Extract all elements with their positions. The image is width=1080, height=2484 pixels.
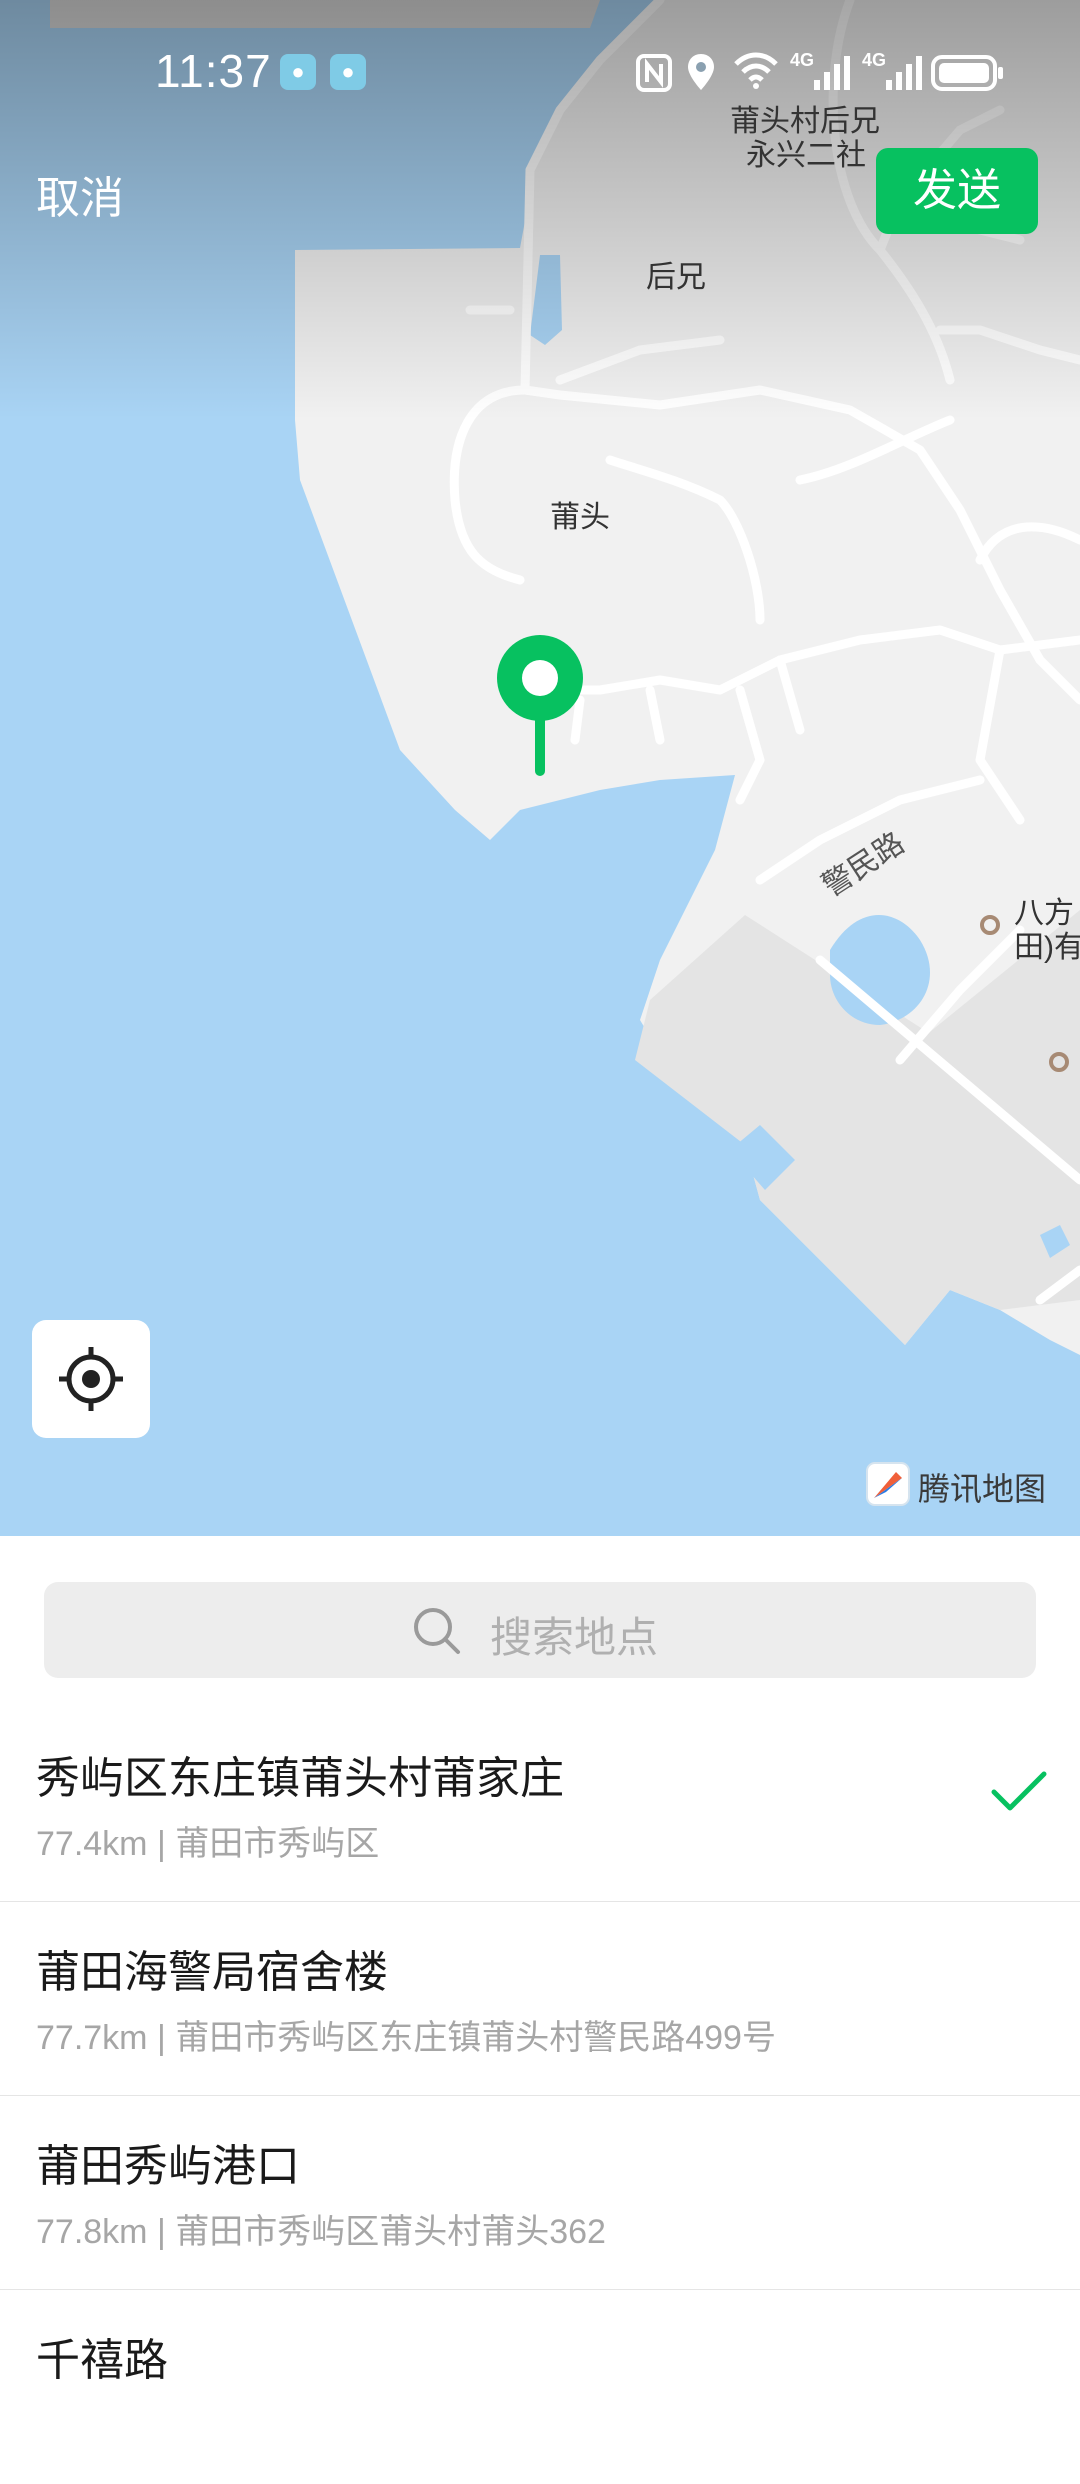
- place-name: 秀屿区东庄镇莆头村莆家庄: [36, 1754, 564, 1803]
- cancel-button[interactable]: 取消: [36, 162, 124, 226]
- network-label: 4G: [862, 50, 887, 70]
- place-list-sheet: 搜索地点 秀屿区东庄镇莆头村莆家庄 77.4km | 莆田市秀屿区 莆田海警局宿…: [0, 1536, 1080, 2400]
- search-input[interactable]: 搜索地点: [44, 1582, 1036, 1678]
- place-name: 莆田秀屿港口: [36, 2142, 300, 2191]
- place-address: 77.8km | 莆田市秀屿区莆头村莆头362: [36, 2213, 606, 2251]
- network-label: 4G: [790, 50, 815, 70]
- place-address: 77.4km | 莆田市秀屿区: [36, 1825, 380, 1863]
- tencent-map-logo: [866, 1462, 910, 1506]
- wifi-icon: [734, 52, 778, 89]
- place-address: 77.7km | 莆田市秀屿区东庄镇莆头村警民路499号: [36, 2019, 776, 2057]
- search-placeholder: 搜索地点: [490, 1614, 659, 1661]
- map-view[interactable]: 莆头村后兄 永兴二社 后兄 莆头 警民路 八方 田)有 11:37 ● ● 4G: [0, 0, 1080, 1536]
- search-icon: [414, 1608, 460, 1654]
- app-notification-icon: ●: [280, 54, 316, 90]
- place-name: 千禧路: [36, 2336, 168, 2385]
- map-label-putou: 莆头: [550, 501, 610, 534]
- location-icon: [688, 54, 714, 90]
- send-button[interactable]: 发送: [876, 148, 1038, 234]
- status-time: 11:37: [155, 45, 272, 97]
- signal-4g-icon: [886, 56, 922, 90]
- list-item[interactable]: 莆田海警局宿舍楼 77.7km | 莆田市秀屿区东庄镇莆头村警民路499号: [0, 1902, 1080, 2096]
- app-notification-icon: ●: [330, 54, 366, 90]
- watermark-text: 腾讯地图: [918, 1471, 1047, 1507]
- check-icon: [991, 1771, 1047, 1811]
- place-name: 莆田海警局宿舍楼: [36, 1948, 388, 1997]
- nfc-icon: [636, 54, 672, 92]
- list-item[interactable]: 莆田秀屿港口 77.8km | 莆田市秀屿区莆头村莆头362: [0, 2096, 1080, 2290]
- map-label-houxiong: 后兄: [646, 261, 706, 294]
- battery-icon: [931, 55, 1003, 91]
- status-bar: 11:37 ● ● 4G 4G: [0, 0, 1080, 140]
- my-location-button[interactable]: [32, 1320, 150, 1438]
- signal-4g-icon: [814, 56, 850, 90]
- list-item[interactable]: 千禧路: [0, 2290, 1080, 2484]
- crosshair-icon: [59, 1347, 123, 1411]
- map-label-poi-sub: 田)有: [1014, 931, 1080, 964]
- list-item[interactable]: 秀屿区东庄镇莆头村莆家庄 77.4km | 莆田市秀屿区: [0, 1708, 1080, 1902]
